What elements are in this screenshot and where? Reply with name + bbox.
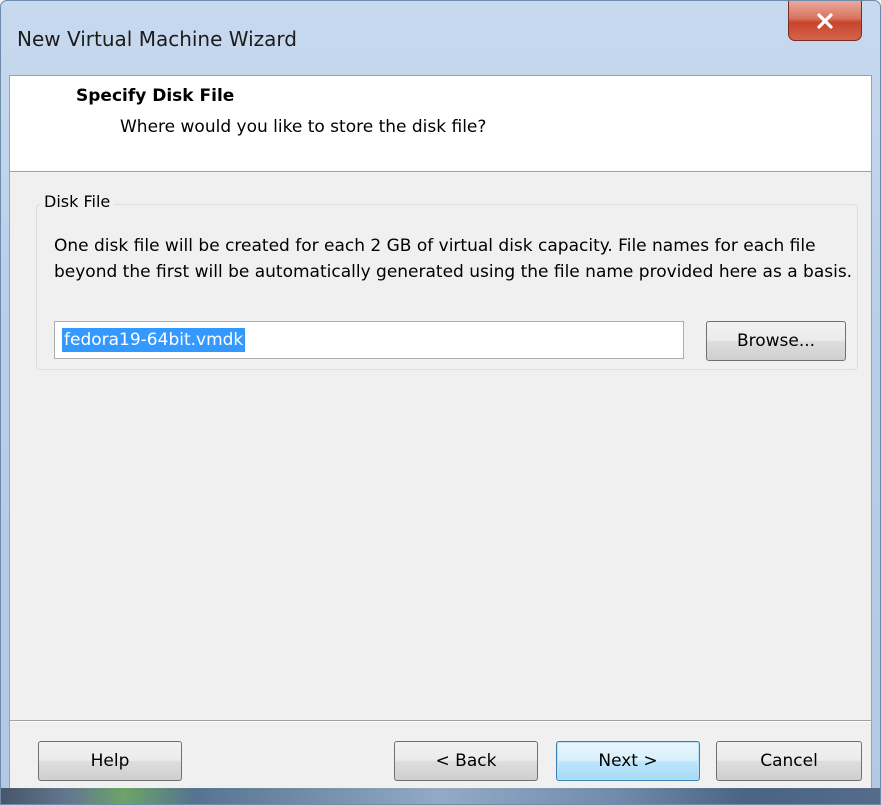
- help-button[interactable]: Help: [38, 741, 182, 781]
- page-title: Specify Disk File: [76, 86, 235, 106]
- page-subtitle: Where would you like to store the disk f…: [120, 117, 487, 137]
- disk-file-description: One disk file will be created for each 2…: [54, 236, 853, 282]
- window-title: New Virtual Machine Wizard: [17, 27, 297, 51]
- title-bar[interactable]: New Virtual Machine Wizard: [1, 1, 880, 75]
- disk-file-name-input[interactable]: fedora19-64bit.vmdk: [54, 321, 684, 359]
- cancel-button[interactable]: Cancel: [716, 741, 862, 781]
- browse-button[interactable]: Browse...: [706, 321, 846, 361]
- selected-file-name: fedora19-64bit.vmdk: [62, 328, 246, 352]
- window-bottom-border: [1, 788, 880, 804]
- close-icon: [816, 12, 834, 29]
- disk-file-group-label: Disk File: [40, 192, 115, 211]
- close-button[interactable]: [788, 1, 862, 41]
- wizard-window: New Virtual Machine Wizard Specify Disk …: [0, 0, 881, 805]
- back-button[interactable]: < Back: [394, 741, 538, 781]
- next-button[interactable]: Next >: [556, 741, 700, 781]
- wizard-header: Specify Disk File Where would you like t…: [10, 76, 871, 172]
- wizard-content: Specify Disk File Where would you like t…: [9, 75, 872, 790]
- footer-divider: [10, 720, 871, 722]
